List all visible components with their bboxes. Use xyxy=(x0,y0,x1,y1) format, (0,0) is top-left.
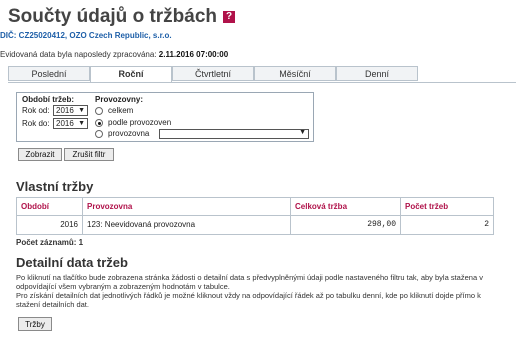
processed-info: Evidovaná data byla naposledy zpracována… xyxy=(0,50,228,59)
cell-count: 2 xyxy=(400,216,494,234)
year-to-select[interactable]: 2016 ▼ xyxy=(53,118,88,129)
record-count: Počet záznamů: 1 xyxy=(16,238,84,247)
tab-mesicni[interactable]: Měsíční xyxy=(254,66,336,81)
establishment-select[interactable]: ▼ xyxy=(159,129,309,139)
cell-establishment: 123: Neevidovaná provozovna xyxy=(82,216,290,234)
cell-total: 298,00 xyxy=(290,216,400,234)
col-period[interactable]: Období xyxy=(16,198,82,215)
table-header: Období Provozovna Celková tržba Počet tr… xyxy=(16,197,494,216)
details-heading: Detailní data tržeb xyxy=(16,255,128,270)
radio-celkem[interactable] xyxy=(95,107,103,115)
period-tabs: Poslední Roční Čtvrtletní Měsíční Denní xyxy=(8,66,420,83)
year-from-label: Rok od: xyxy=(22,106,50,115)
year-to-label: Rok do: xyxy=(22,119,50,128)
page-title: Součty údajů o tržbách? xyxy=(8,6,236,28)
radio-label-celkem: celkem xyxy=(108,106,134,115)
year-from-select[interactable]: 2016 ▼ xyxy=(53,105,88,116)
radio-label-podle-provozoven: podle provozoven xyxy=(108,118,172,127)
tab-posledni[interactable]: Poslední xyxy=(8,66,90,81)
radio-provozovna[interactable] xyxy=(95,130,103,138)
details-text-2a: Pro získání detailních dat jednotlivých … xyxy=(16,291,481,300)
trzby-button[interactable]: Tržby xyxy=(18,317,52,331)
tab-divider xyxy=(8,82,516,83)
col-establishment[interactable]: Provozovna xyxy=(82,198,290,215)
table-row[interactable]: 2016 123: Neevidovaná provozovna 298,00 … xyxy=(16,216,494,235)
tab-ctvrtletni[interactable]: Čtvrtletní xyxy=(172,66,254,81)
summary-table: Období Provozovna Celková tržba Počet tr… xyxy=(16,197,494,235)
company-info: DIČ: CZ25020412, OZO Czech Republic, s.r… xyxy=(0,31,172,40)
cancel-filter-button[interactable]: Zrušit filtr xyxy=(64,148,114,161)
show-button[interactable]: Zobrazit xyxy=(18,148,62,161)
processed-date: 2.11.2016 07:00:00 xyxy=(158,50,229,59)
col-count[interactable]: Počet tržeb xyxy=(400,198,494,215)
chevron-down-icon: ▼ xyxy=(299,129,306,136)
chevron-down-icon: ▼ xyxy=(78,107,85,114)
details-description: Po kliknutí na tlačítko bude zobrazena s… xyxy=(16,273,522,309)
period-label: Období tržeb: xyxy=(22,95,74,104)
establishments-label: Provozovny: xyxy=(95,95,144,104)
col-total[interactable]: Celková tržba xyxy=(290,198,400,215)
radio-label-provozovna: provozovna xyxy=(108,129,150,138)
summary-heading: Vlastní tržby xyxy=(16,179,94,194)
processed-label: Evidovaná data byla naposledy zpracována… xyxy=(0,50,157,59)
chevron-down-icon: ▼ xyxy=(78,120,85,127)
help-icon[interactable]: ? xyxy=(223,11,236,23)
details-text-2b: stažení detailních dat. xyxy=(16,300,89,309)
radio-podle-provozoven[interactable] xyxy=(95,119,103,127)
tab-denni[interactable]: Denní xyxy=(336,66,418,81)
cell-period: 2016 xyxy=(16,216,82,234)
details-text-1a: Po kliknutí na tlačítko bude zobrazena s… xyxy=(16,273,483,282)
details-text-1b: odpovídající všem vybraným a zobrazeným … xyxy=(16,282,230,291)
tab-rocni[interactable]: Roční xyxy=(90,66,172,83)
filter-panel: Období tržeb: Rok od: 2016 ▼ Rok do: 2016… xyxy=(16,92,314,142)
